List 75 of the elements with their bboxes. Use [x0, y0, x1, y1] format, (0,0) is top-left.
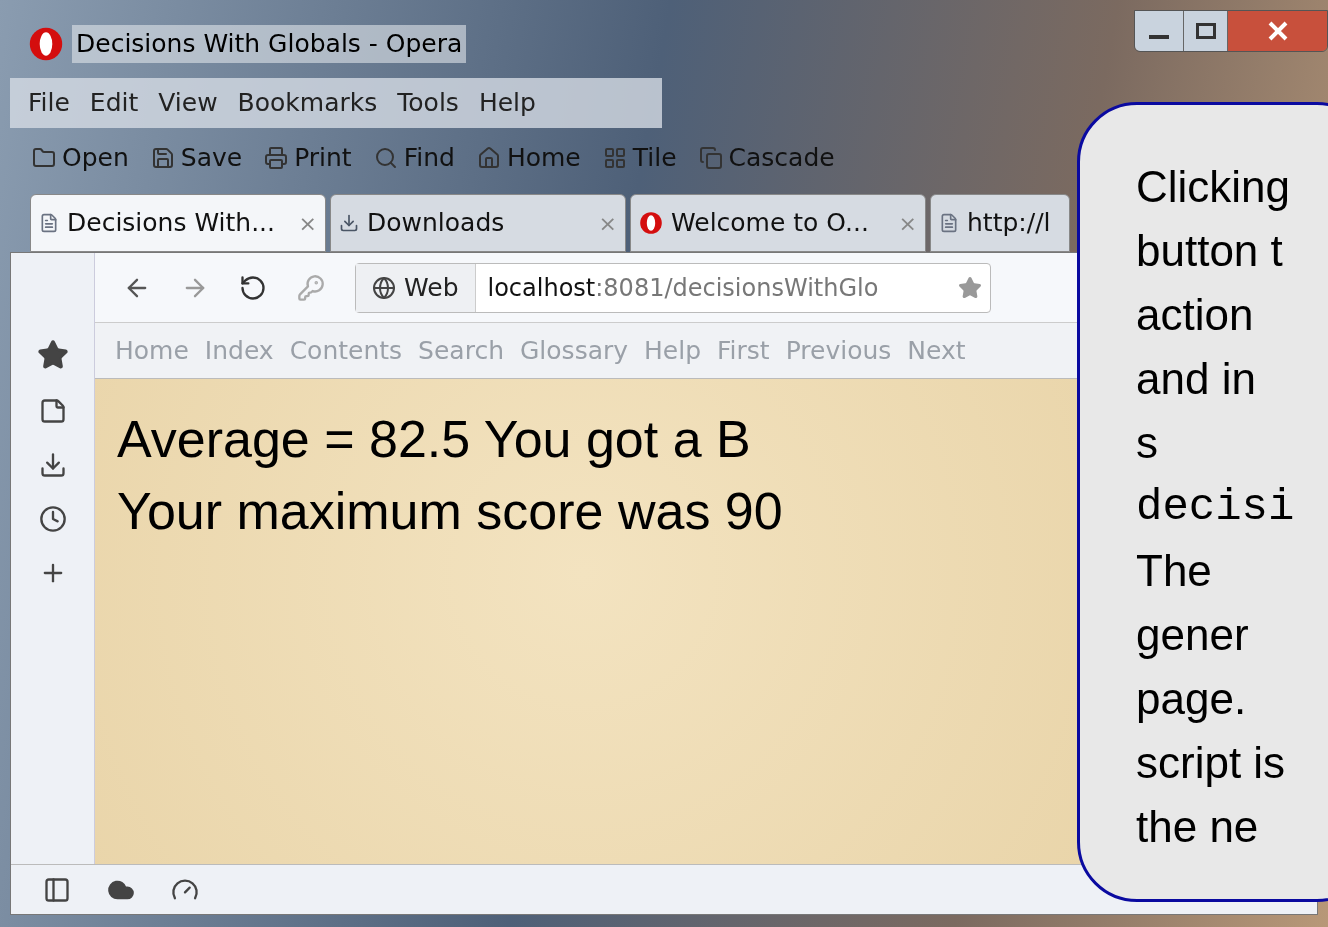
menu-item[interactable]: Bookmarks	[231, 84, 384, 122]
browser-tab[interactable]: http://l	[930, 194, 1070, 252]
globe-icon	[372, 275, 396, 300]
star-icon[interactable]	[958, 275, 982, 300]
toolbar-button[interactable]: Print	[264, 139, 352, 177]
home-icon	[476, 146, 501, 170]
callout-text: The	[1136, 545, 1213, 597]
opera-logo-icon	[28, 26, 64, 62]
callout-text: the ne	[1136, 801, 1260, 853]
reload-icon[interactable]	[239, 273, 267, 302]
page-icon	[39, 213, 59, 233]
url-host: localhost	[486, 272, 596, 304]
download-icon	[339, 213, 359, 233]
nav-link[interactable]: Index	[204, 331, 274, 370]
find-icon	[373, 146, 398, 170]
nav-link[interactable]: Next	[907, 331, 966, 370]
address-field[interactable]: Web localhost:8081/decisionsWithGlo	[355, 262, 991, 313]
tab-close-button[interactable]: ×	[298, 206, 317, 240]
nav-link[interactable]: Glossary	[520, 331, 629, 370]
browser-tab[interactable]: Decisions With... ×	[30, 194, 326, 252]
toolbar-button[interactable]: Home	[476, 139, 581, 177]
panel-icon[interactable]	[43, 875, 71, 904]
close-icon	[1267, 21, 1288, 41]
web-label: Web	[404, 271, 459, 304]
tab-close-button[interactable]: ×	[598, 206, 617, 240]
url-path: :8081/decisionsWithGlo	[595, 272, 879, 304]
tile-icon	[602, 146, 627, 170]
browser-tab[interactable]: Downloads ×	[330, 194, 626, 252]
tab-label: Welcome to O...	[671, 207, 869, 240]
menu-item[interactable]: Help	[472, 84, 542, 122]
page-text: Your maximum score was 90	[117, 481, 783, 542]
toolbar-button[interactable]: Open	[32, 139, 129, 177]
toolbar-button[interactable]: Save	[150, 139, 243, 177]
tab-label: http://l	[967, 207, 1051, 240]
toolbar-button[interactable]: Find	[373, 139, 455, 177]
menu-item[interactable]: File	[22, 84, 76, 122]
callout-text: script is	[1136, 737, 1287, 789]
callout-text: button t	[1136, 225, 1284, 277]
tab-label: Decisions With...	[67, 207, 275, 240]
callout-text: action	[1136, 289, 1255, 341]
callout-text: Clicking	[1136, 161, 1292, 213]
menu-item[interactable]: Edit	[83, 84, 145, 122]
folder-icon	[32, 146, 56, 170]
browser-tab[interactable]: Welcome to O... ×	[630, 194, 926, 252]
minimize-button[interactable]	[1135, 11, 1183, 51]
maximize-button[interactable]	[1183, 11, 1227, 51]
star-icon[interactable]	[36, 339, 69, 371]
page-icon	[939, 213, 959, 233]
tab-close-button[interactable]: ×	[898, 206, 917, 240]
note-icon[interactable]	[38, 397, 67, 425]
nav-link[interactable]: Help	[644, 331, 702, 370]
clock-icon[interactable]	[38, 505, 67, 533]
nav-link[interactable]: Previous	[785, 331, 892, 370]
menu-item[interactable]: Tools	[391, 84, 465, 122]
nav-link[interactable]: Home	[115, 331, 189, 370]
callout-text: and in	[1136, 353, 1257, 405]
print-icon	[264, 146, 289, 170]
tab-label: Downloads	[367, 207, 505, 240]
nav-link[interactable]: First	[717, 331, 770, 370]
toolbar-button[interactable]: Tile	[602, 139, 677, 177]
callout-text: page.	[1136, 673, 1248, 725]
close-button[interactable]	[1227, 11, 1327, 51]
save-icon	[150, 146, 175, 170]
opera-logo-icon	[639, 211, 663, 235]
page-text: Average = 82.5 You got a B	[117, 409, 751, 470]
window-title: Decisions With Globals - Opera	[72, 25, 467, 63]
nav-link[interactable]: Search	[418, 331, 504, 370]
nav-link[interactable]: Contents	[289, 331, 403, 370]
menu-item[interactable]: View	[152, 84, 224, 122]
cascade-icon	[698, 146, 723, 170]
callout-text: s	[1136, 417, 1159, 469]
toolbar-button[interactable]: Cascade	[698, 139, 835, 177]
callout-code: decisi	[1136, 481, 1296, 534]
download-icon[interactable]	[38, 451, 67, 479]
callout-text: gener	[1136, 609, 1250, 661]
